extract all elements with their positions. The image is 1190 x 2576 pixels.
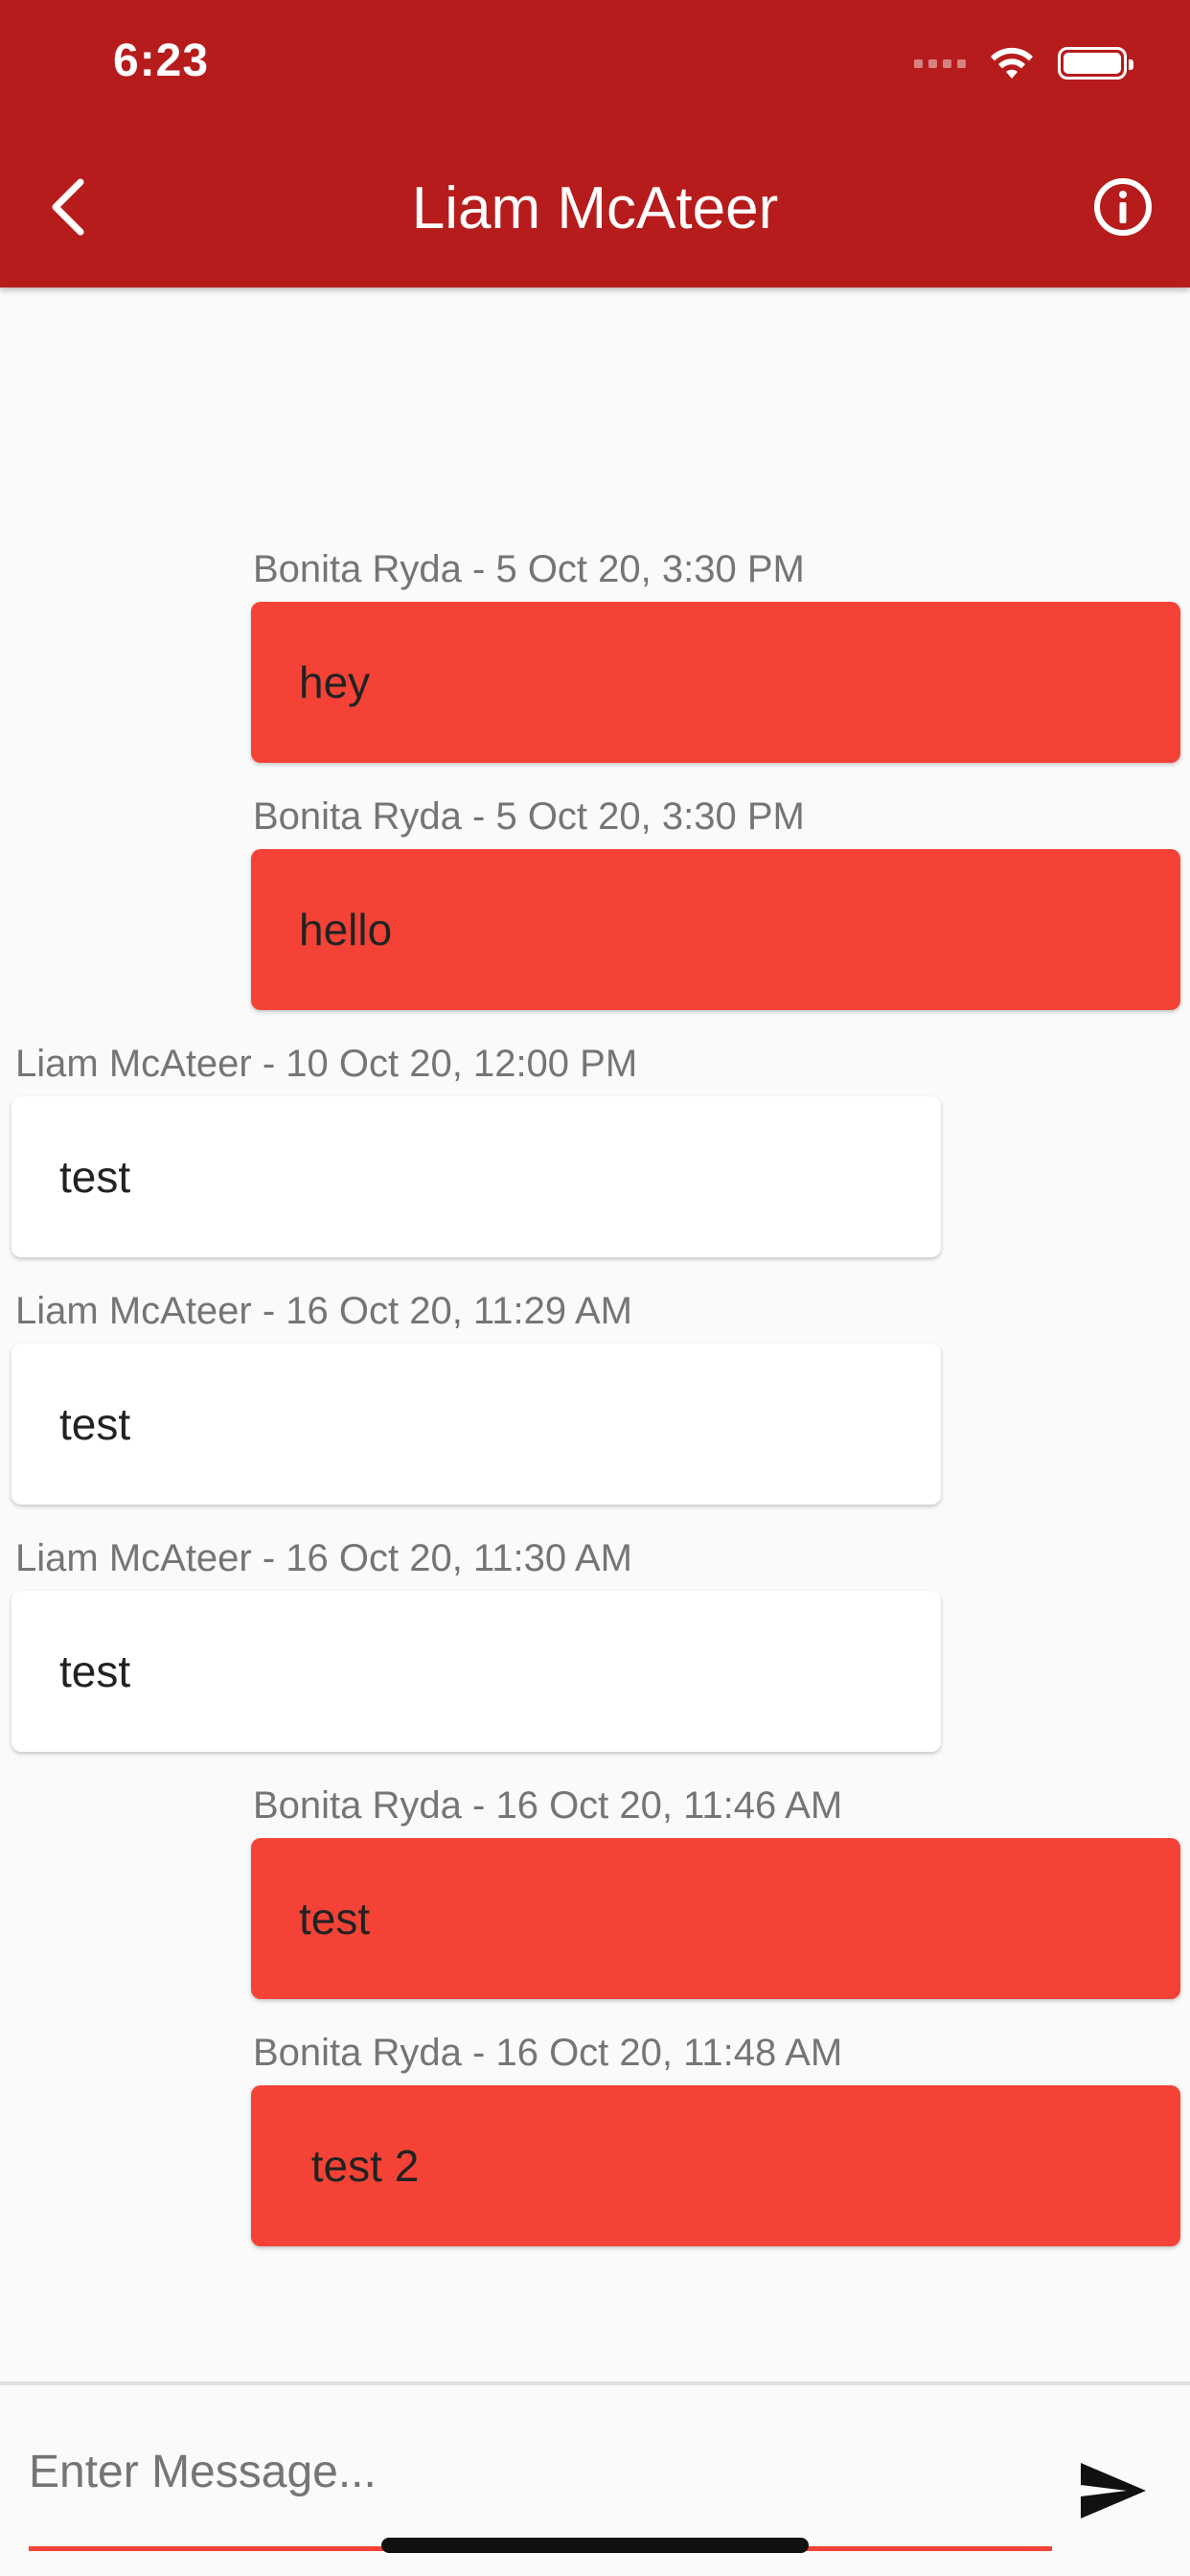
message-received: Liam McAteer - 16 Oct 20, 11:30 AM test: [11, 1535, 941, 1752]
message-input[interactable]: [29, 2424, 1052, 2519]
chat-screen: 6:23 Liam McAteer Bonita Ryda - 5 Oct 20…: [0, 0, 1190, 2576]
info-button[interactable]: [1085, 169, 1161, 245]
cellular-signal-icon: [914, 58, 966, 68]
wifi-icon: [991, 47, 1033, 79]
message-received: Liam McAteer - 16 Oct 20, 11:29 AM test: [11, 1288, 941, 1505]
message-bubble: test: [11, 1096, 941, 1257]
status-icons: [914, 42, 1133, 84]
message-bubble: hey: [251, 602, 1180, 763]
message-sent: Bonita Ryda - 5 Oct 20, 3:30 PM hey: [251, 546, 1180, 763]
status-time: 6:23: [113, 35, 210, 86]
message-bubble: hello: [251, 849, 1180, 1010]
message-bubble: test: [251, 1838, 1180, 1999]
app-bar: 6:23 Liam McAteer: [0, 0, 1190, 288]
battery-icon: [1058, 47, 1133, 80]
message-sent: Bonita Ryda - 16 Oct 20, 11:46 AM test: [251, 1782, 1180, 1999]
message-bubble: test: [11, 1344, 941, 1505]
send-icon: [1081, 2463, 1146, 2518]
message-meta: Bonita Ryda - 5 Oct 20, 3:30 PM: [253, 795, 805, 838]
message-meta: Bonita Ryda - 16 Oct 20, 11:46 AM: [253, 1784, 843, 1827]
message-meta: Liam McAteer - 16 Oct 20, 11:29 AM: [15, 1290, 632, 1332]
info-circle-icon: [1094, 178, 1152, 236]
chat-title: Liam McAteer: [411, 175, 779, 242]
message-list[interactable]: Bonita Ryda - 5 Oct 20, 3:30 PM hey Boni…: [0, 288, 1190, 2381]
message-received: Liam McAteer - 10 Oct 20, 12:00 PM test: [11, 1041, 941, 1257]
home-indicator[interactable]: [381, 2538, 809, 2553]
message-meta: Bonita Ryda - 16 Oct 20, 11:48 AM: [253, 2032, 843, 2074]
message-sent: Bonita Ryda - 16 Oct 20, 11:48 AM test 2: [251, 2030, 1180, 2246]
message-bubble: test 2: [251, 2085, 1180, 2246]
message-meta: Liam McAteer - 10 Oct 20, 12:00 PM: [15, 1043, 638, 1085]
message-meta: Liam McAteer - 16 Oct 20, 11:30 AM: [15, 1537, 632, 1579]
message-sent: Bonita Ryda - 5 Oct 20, 3:30 PM hello: [251, 794, 1180, 1010]
message-meta: Bonita Ryda - 5 Oct 20, 3:30 PM: [253, 548, 805, 590]
send-button[interactable]: [1065, 2443, 1161, 2539]
message-bubble: test: [11, 1591, 941, 1752]
